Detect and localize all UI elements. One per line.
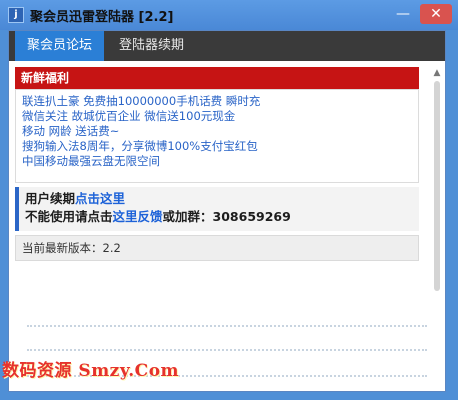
client-area: 聚会员论坛 登陆器续期 新鲜福利 联连扒土豪 免费抽10000000手机话费 瞬… — [8, 30, 446, 392]
feedback-link[interactable]: 这里反馈 — [113, 209, 163, 224]
title-bar[interactable]: j 聚会员迅雷登陆器 [2.2] — ✕ — [0, 0, 458, 30]
window-title: 聚会员迅雷登陆器 [2.2] — [30, 10, 174, 25]
renewal-label: 用户续期 — [25, 191, 76, 206]
promo-list: 联连扒土豪 免费抽10000000手机话费 瞬时充 微信关注 故城优百企业 微信… — [15, 89, 419, 183]
version-status: 当前最新版本：2.2 — [15, 235, 419, 261]
app-icon: j — [8, 7, 24, 23]
tab-renewal[interactable]: 登陆器续期 — [107, 31, 196, 61]
tab-forum[interactable]: 聚会员论坛 — [15, 31, 105, 61]
scroll-up-icon[interactable]: ▲ — [431, 67, 443, 79]
promo-link[interactable]: 移动 网龄 送话费~ — [22, 124, 418, 139]
minimize-button[interactable]: — — [390, 4, 416, 24]
promo-link[interactable]: 搜狗输入法8周年，分享微博100%支付宝红包 — [22, 139, 418, 154]
site-watermark: 数码资源 Smzy.Com — [2, 361, 180, 381]
scroll-thumb[interactable] — [434, 81, 440, 291]
renewal-link[interactable]: 点击这里 — [75, 191, 125, 206]
close-button[interactable]: ✕ — [420, 4, 452, 24]
renewal-line: 用户续期点击这里 — [25, 190, 419, 208]
feedback-line: 不能使用请点击这里反馈或加群：308659269 — [25, 208, 419, 226]
vertical-scrollbar[interactable]: ▲ — [429, 67, 443, 299]
divider — [27, 349, 427, 351]
feedback-label: 不能使用请点击 — [25, 209, 113, 224]
group-number: 或加群：308659269 — [162, 209, 291, 224]
divider — [27, 325, 427, 327]
promo-link[interactable]: 中国移动最强云盘无限空间 — [22, 154, 418, 169]
promo-link[interactable]: 联连扒土豪 免费抽10000000手机话费 瞬时充 — [22, 94, 418, 109]
app-window: j 聚会员迅雷登陆器 [2.2] — ✕ 聚会员论坛 登陆器续期 新鲜福利 联连… — [0, 0, 458, 400]
welfare-banner: 新鲜福利 — [15, 67, 419, 89]
promo-link[interactable]: 微信关注 故城优百企业 微信送100元现金 — [22, 109, 418, 124]
tab-bar: 聚会员论坛 登陆器续期 — [9, 31, 445, 61]
renewal-info: 用户续期点击这里 不能使用请点击这里反馈或加群：308659269 — [15, 187, 419, 231]
